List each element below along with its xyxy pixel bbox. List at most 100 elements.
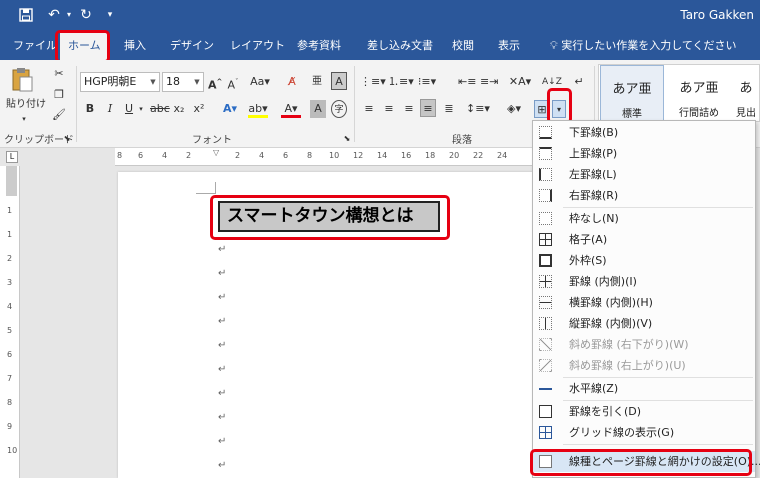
menu-item-left-border[interactable]: 左罫線(L) <box>533 164 755 185</box>
repeat-icon[interactable]: ↻ <box>78 5 94 25</box>
font-size-dropdown-icon[interactable]: ▼ <box>191 73 203 91</box>
menu-item-no-border[interactable]: 枠なし(N) <box>533 208 755 229</box>
enclose-characters-icon[interactable]: 字 <box>331 100 347 118</box>
document-heading[interactable]: スマートタウン構想とは <box>218 201 440 232</box>
highlight-color-icon[interactable]: ab▾ <box>248 100 268 118</box>
menu-item-borders-and-shading[interactable]: 線種とページ罫線と網かけの設定(O)... <box>533 451 760 472</box>
distributed-icon[interactable]: ≣ <box>442 100 456 118</box>
font-name-dropdown-icon[interactable]: ▼ <box>147 73 159 91</box>
borders-dropdown-menu: 下罫線(B) 上罫線(P) 左罫線(L) 右罫線(R) 枠なし(N) 格子(A)… <box>532 120 760 478</box>
tab-design[interactable]: デザイン <box>170 37 214 55</box>
cut-icon[interactable]: ✂ <box>50 65 68 83</box>
superscript-icon[interactable]: x² <box>192 100 206 118</box>
paragraph-mark: ↵ <box>218 292 227 303</box>
menu-item-label: 左罫線(L) <box>569 168 617 181</box>
italic-icon[interactable]: I <box>104 100 116 118</box>
menu-item-label: 枠なし(N) <box>569 212 619 225</box>
subscript-icon[interactable]: x₂ <box>172 100 186 118</box>
phonetic-guide-icon[interactable]: 亜 <box>309 73 325 91</box>
menu-item-inside-horizontal[interactable]: 横罫線 (内側)(H) <box>533 292 755 313</box>
justify-icon[interactable]: ≡ <box>420 99 436 117</box>
ruler-tick: 18 <box>425 151 436 160</box>
asian-layout-icon[interactable]: ✕A▾ <box>508 73 532 91</box>
menu-item-top-border[interactable]: 上罫線(P) <box>533 143 755 164</box>
menu-item-view-gridlines[interactable]: グリッド線の表示(G) <box>533 422 755 443</box>
tell-me-box[interactable]: 💡︎ 実行したい作業を入力してください <box>550 37 737 55</box>
character-border-icon[interactable]: A <box>331 72 347 90</box>
paste-dropdown-icon[interactable]: ▾ <box>18 110 30 128</box>
underline-dropdown-icon[interactable]: ▾ <box>137 100 145 118</box>
menu-item-right-border[interactable]: 右罫線(R) <box>533 185 755 206</box>
strikethrough-icon[interactable]: abc <box>150 100 170 118</box>
menu-item-inside-vertical[interactable]: 縦罫線 (内側)(V) <box>533 313 755 334</box>
menu-item-inside-borders[interactable]: 罫線 (内側)(I) <box>533 271 755 292</box>
menu-item-bottom-border[interactable]: 下罫線(B) <box>533 122 755 143</box>
font-name-combo[interactable]: HGP明朝E ▼ <box>80 72 160 92</box>
tab-home[interactable]: ホーム <box>60 33 109 60</box>
underline-icon[interactable]: U <box>123 100 135 118</box>
paragraph-mark: ↵ <box>218 436 227 447</box>
line-spacing-icon[interactable]: ↕≡▾ <box>466 100 490 118</box>
style-name: 見出 <box>736 108 756 119</box>
menu-item-label: 縦罫線 (内側)(V) <box>569 317 653 330</box>
tab-review[interactable]: 校閲 <box>452 37 474 55</box>
text-effects-icon[interactable]: A▾ <box>222 100 238 118</box>
undo-dropdown-icon[interactable]: ▾ <box>64 5 74 25</box>
borders-icon[interactable]: ⊞ <box>534 100 550 118</box>
ruler-tick: 14 <box>377 151 388 160</box>
undo-icon[interactable]: ↶ <box>46 5 62 25</box>
numbering-icon[interactable]: ⒈≡▾ <box>388 73 414 91</box>
style-normal[interactable]: あア亜 標準 <box>600 65 664 121</box>
align-left-icon[interactable]: ≡ <box>362 100 376 118</box>
tab-insert[interactable]: 挿入 <box>124 37 146 55</box>
format-painter-icon[interactable]: 🖌︎ <box>50 106 68 124</box>
vertical-margin-shade <box>6 166 17 196</box>
sort-icon[interactable]: A↓Z <box>542 73 562 91</box>
grow-font-icon[interactable]: A^ <box>208 73 222 92</box>
font-size-combo[interactable]: 18 ▼ <box>162 72 204 92</box>
ruler-tick: 6 <box>138 151 144 160</box>
menu-item-draw-table[interactable]: 罫線を引く(D) <box>533 401 755 422</box>
align-center-icon[interactable]: ≡ <box>382 100 396 118</box>
show-marks-icon[interactable]: ↵ <box>572 73 586 91</box>
bold-icon[interactable]: B <box>84 100 96 118</box>
character-shading-icon[interactable]: A <box>310 100 326 118</box>
clipboard-launcher-icon[interactable]: ⬊ <box>62 130 72 148</box>
menu-item-outside-borders[interactable]: 外枠(S) <box>533 250 755 271</box>
vertical-ruler[interactable]: 1 1 2 3 4 5 6 7 8 9 10 <box>4 166 20 478</box>
copy-icon[interactable]: ❐ <box>50 86 68 104</box>
tab-layout[interactable]: レイアウト <box>230 37 285 55</box>
menu-item-all-borders[interactable]: 格子(A) <box>533 229 755 250</box>
borders-dropdown-icon[interactable]: ▾ <box>552 100 566 118</box>
all-borders-icon <box>539 233 552 246</box>
ruler-tick: 5 <box>7 326 13 335</box>
decrease-indent-icon[interactable]: ⇤≡ <box>458 73 476 91</box>
tab-selector-icon[interactable]: L <box>6 151 18 163</box>
indent-marker-icon[interactable]: ▽ <box>213 148 219 157</box>
align-right-icon[interactable]: ≡ <box>402 100 416 118</box>
style-preview: あ <box>739 81 753 96</box>
clear-format-icon[interactable]: A̸ <box>284 73 300 91</box>
horizontal-ruler[interactable]: 8 6 4 2 ▽ 2 4 6 8 10 12 14 16 18 20 22 2… <box>115 148 535 166</box>
change-case-icon[interactable]: Aa▾ <box>250 73 270 91</box>
shrink-font-icon[interactable]: Aˇ <box>226 73 240 92</box>
shading-icon[interactable]: ◈▾ <box>503 100 525 118</box>
tab-file[interactable]: ファイル <box>13 37 57 55</box>
font-launcher-icon[interactable]: ⬊ <box>342 130 352 148</box>
multilevel-list-icon[interactable]: ⁝≡▾ <box>416 73 438 91</box>
paste-icon[interactable] <box>9 66 35 96</box>
ruler-tick: 10 <box>7 446 18 455</box>
bullets-icon[interactable]: ⋮≡▾ <box>360 73 386 91</box>
style-heading[interactable]: あ 見出 <box>733 65 759 121</box>
style-no-spacing[interactable]: あア亜 行間詰め <box>667 65 731 121</box>
increase-indent-icon[interactable]: ≡⇥ <box>480 73 498 91</box>
account-username[interactable]: Taro Gakken <box>680 8 754 22</box>
tab-references[interactable]: 参考資料 <box>297 37 341 55</box>
tab-view[interactable]: 表示 <box>498 37 520 55</box>
menu-item-horizontal-line[interactable]: 水平線(Z) <box>533 378 755 399</box>
customize-qat-icon[interactable]: ▾ <box>104 5 116 25</box>
font-color-icon[interactable]: A▾ <box>281 100 301 118</box>
save-icon[interactable] <box>18 5 34 25</box>
tab-mailings[interactable]: 差し込み文書 <box>367 37 433 55</box>
ruler-tick: 4 <box>259 151 265 160</box>
